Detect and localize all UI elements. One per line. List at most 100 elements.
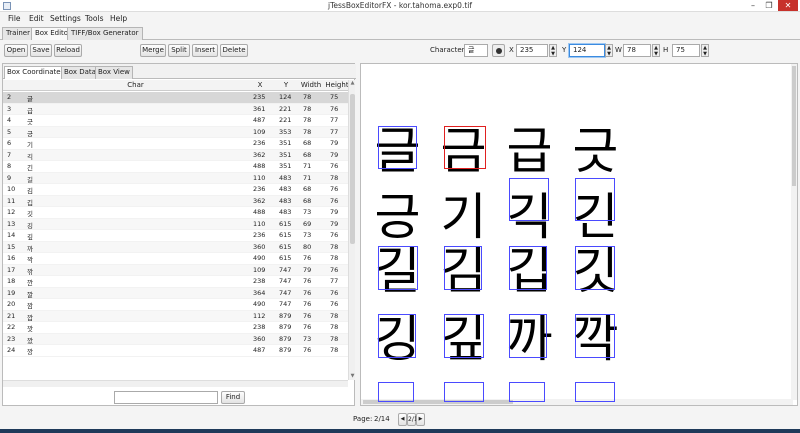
table-row[interactable]: 16 깍 490 615 76 78 xyxy=(3,253,348,265)
table-row[interactable]: 15 까 360 615 80 78 xyxy=(3,241,348,253)
w-field[interactable]: 78 xyxy=(623,44,651,57)
table-row[interactable]: 12 깃 488 483 73 79 xyxy=(3,207,348,219)
scroll-down-icon[interactable]: ▼ xyxy=(349,373,356,380)
minimize-button[interactable]: – xyxy=(746,0,760,11)
character-field[interactable]: 글 xyxy=(464,44,488,57)
image-vertical-scrollbar[interactable] xyxy=(791,64,797,400)
bounding-box[interactable] xyxy=(575,246,615,290)
bounding-box[interactable] xyxy=(378,382,414,402)
bounding-box[interactable] xyxy=(444,382,484,402)
tab-tiff-box-generator[interactable]: TIFF/Box Generator xyxy=(67,27,143,40)
find-button[interactable]: Find xyxy=(221,391,245,404)
close-button[interactable]: ✕ xyxy=(778,0,798,11)
maximize-button[interactable]: ❐ xyxy=(762,0,776,11)
next-page-button[interactable]: ▶ xyxy=(416,413,425,426)
table-row[interactable]: 21 깝 112 879 76 78 xyxy=(3,310,348,322)
bounding-box[interactable] xyxy=(575,382,615,402)
reload-button[interactable]: Reload xyxy=(54,44,82,57)
table-row[interactable]: 6 기 236 351 68 79 xyxy=(3,138,348,150)
row-height: 78 xyxy=(330,173,339,182)
table-row[interactable]: 9 길 110 483 71 78 xyxy=(3,172,348,184)
bounding-box[interactable] xyxy=(575,314,615,358)
scroll-up-icon[interactable]: ▲ xyxy=(349,80,356,87)
glyph[interactable]: 긋 xyxy=(563,126,628,176)
col-x-header[interactable]: X xyxy=(249,81,271,89)
insert-button[interactable]: Insert xyxy=(192,44,218,57)
bounding-box[interactable] xyxy=(444,314,484,358)
row-height: 76 xyxy=(330,265,339,274)
bounding-box[interactable] xyxy=(378,246,418,290)
table-vertical-scrollbar[interactable]: ▲ ▼ xyxy=(348,80,355,380)
table-row[interactable]: 13 깅 110 615 69 79 xyxy=(3,218,348,230)
table-row[interactable]: 23 깠 360 879 73 78 xyxy=(3,333,348,345)
bounding-box[interactable] xyxy=(509,178,549,221)
table-row[interactable]: 8 긴 488 351 71 76 xyxy=(3,161,348,173)
row-index: 14 xyxy=(7,231,16,239)
w-spinner[interactable]: ▲ ▼ xyxy=(652,44,660,57)
x-field[interactable]: 235 xyxy=(516,44,548,57)
open-button[interactable]: Open xyxy=(4,44,28,57)
bounding-box[interactable] xyxy=(444,246,482,290)
character-lookup-button[interactable] xyxy=(492,44,505,57)
prev-page-button[interactable]: ◀ xyxy=(398,413,407,426)
table-row[interactable]: 14 깊 236 615 73 76 xyxy=(3,230,348,242)
bounding-box[interactable] xyxy=(575,178,615,221)
bounding-box[interactable] xyxy=(378,314,416,358)
tab-box-data[interactable]: Box Data xyxy=(61,66,99,79)
col-width-header[interactable]: Width xyxy=(299,81,323,89)
y-spinner[interactable]: ▲ ▼ xyxy=(605,44,613,57)
menu-file[interactable]: File xyxy=(8,14,21,23)
tab-box-coordinates[interactable]: Box Coordinates xyxy=(4,66,68,79)
glyph[interactable]: 긍 xyxy=(365,192,430,242)
image-view[interactable]: 글금급긋긍기긱긴길김깁깃깅깊까깍 xyxy=(360,63,798,406)
bounding-box[interactable] xyxy=(509,382,545,402)
merge-button[interactable]: Merge xyxy=(140,44,166,57)
scroll-thumb[interactable] xyxy=(350,94,355,244)
table-row[interactable]: 20 깜 490 747 76 76 xyxy=(3,299,348,311)
tab-trainer[interactable]: Trainer xyxy=(2,27,34,40)
h-field[interactable]: 75 xyxy=(672,44,700,57)
image-vscroll-thumb[interactable] xyxy=(792,66,796,186)
glyph[interactable]: 기 xyxy=(431,192,496,242)
table-row[interactable]: 11 깁 362 483 68 76 xyxy=(3,195,348,207)
table-row[interactable]: 22 깟 238 879 76 78 xyxy=(3,322,348,334)
row-height: 75 xyxy=(330,93,339,101)
col-y-header[interactable]: Y xyxy=(275,81,297,89)
menu-edit[interactable]: Edit xyxy=(29,14,44,23)
glyph[interactable]: 급 xyxy=(497,126,562,176)
menu-settings[interactable]: Settings xyxy=(50,14,81,23)
table-row[interactable]: 2 글 235 124 78 75 xyxy=(3,92,348,104)
x-spinner[interactable]: ▲ ▼ xyxy=(549,44,557,57)
menu-tools[interactable]: Tools xyxy=(85,14,103,23)
bounding-box[interactable] xyxy=(509,246,547,290)
table-row[interactable]: 5 긍 109 353 78 77 xyxy=(3,126,348,138)
row-height: 79 xyxy=(330,150,339,159)
bounding-box[interactable] xyxy=(509,314,547,358)
tab-box-view[interactable]: Box View xyxy=(95,66,133,79)
menu-help[interactable]: Help xyxy=(110,14,127,23)
row-char: 긋 xyxy=(27,118,33,126)
row-char: 길 xyxy=(27,175,33,184)
table-row[interactable]: 17 깎 109 747 79 76 xyxy=(3,264,348,276)
col-char-header[interactable]: Char xyxy=(23,81,248,89)
table-row[interactable]: 18 깐 238 747 76 77 xyxy=(3,276,348,288)
table-row[interactable]: 10 김 236 483 68 76 xyxy=(3,184,348,196)
delete-button[interactable]: Delete xyxy=(220,44,248,57)
table-row[interactable]: 7 긱 362 351 68 79 xyxy=(3,149,348,161)
y-field[interactable]: 124 xyxy=(569,44,605,57)
table-horizontal-scrollbar[interactable] xyxy=(3,380,348,387)
col-height-header[interactable]: Height xyxy=(325,81,349,89)
save-button[interactable]: Save xyxy=(30,44,52,57)
bounding-box[interactable] xyxy=(378,126,417,169)
selected-bounding-box[interactable] xyxy=(444,126,486,169)
h-spinner[interactable]: ▲ ▼ xyxy=(701,44,709,57)
row-char: 깡 xyxy=(27,348,33,356)
find-input[interactable] xyxy=(114,391,218,404)
table-row[interactable]: 19 깔 364 747 76 76 xyxy=(3,287,348,299)
table-row[interactable]: 24 깡 487 879 76 78 xyxy=(3,345,348,357)
row-height: 76 xyxy=(330,104,339,113)
split-button[interactable]: Split xyxy=(168,44,190,57)
page-spinner[interactable]: 2/14 xyxy=(407,413,421,426)
table-row[interactable]: 4 긋 487 221 78 77 xyxy=(3,115,348,127)
table-row[interactable]: 3 급 361 221 78 76 xyxy=(3,103,348,115)
